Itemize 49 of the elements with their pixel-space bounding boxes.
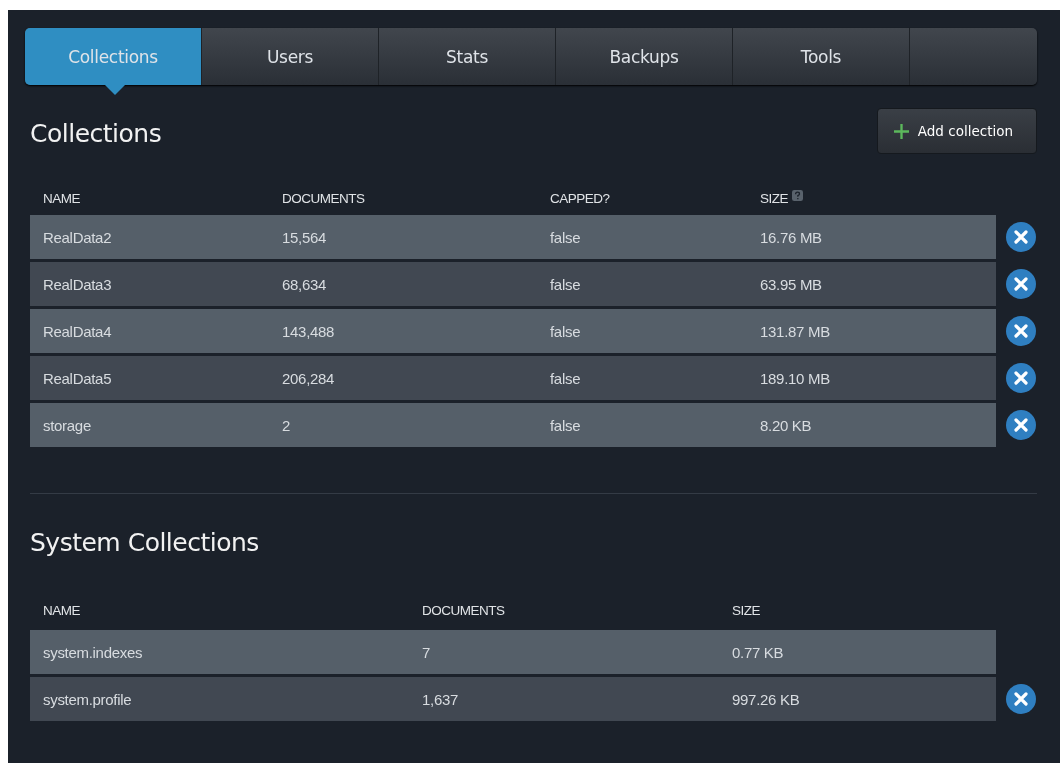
delete-icon[interactable] — [1006, 684, 1036, 714]
table-cell-text: 0.77 KB — [731, 643, 785, 661]
delete-icon[interactable] — [1006, 410, 1036, 440]
table-cell-text: 15,564 — [281, 228, 328, 246]
table-cell-text: false — [549, 369, 582, 387]
delete-icon[interactable] — [1006, 363, 1036, 393]
table-cell-text: 68,634 — [281, 275, 328, 293]
table-cell-text: 8.20 KB — [759, 416, 813, 434]
section-title: Collections — [30, 118, 162, 148]
delete-icon[interactable] — [1006, 316, 1036, 346]
tab[interactable]: Stats — [379, 28, 556, 85]
table-cell-text: RealData4 — [42, 322, 113, 340]
help-icon[interactable] — [792, 189, 803, 201]
plus-icon — [893, 123, 909, 139]
table-cell-text: false — [549, 416, 582, 434]
column-header: SIZE — [731, 602, 761, 618]
add-collection-button[interactable]: Add collection — [876, 108, 1037, 154]
table-cell-text: 2 — [281, 416, 292, 434]
table-cell-text: 997.26 KB — [731, 690, 801, 708]
table-cell-text: 206,284 — [281, 369, 336, 387]
column-header: NAME — [42, 190, 81, 206]
table-cell-text: system.profile — [42, 690, 133, 708]
table-cell-text: 16.76 MB — [759, 228, 823, 246]
delete-icon[interactable] — [1006, 269, 1036, 299]
table-cell-text: RealData3 — [42, 275, 113, 293]
tab[interactable]: Users — [202, 28, 379, 85]
delete-icon[interactable] — [1006, 222, 1036, 252]
tab[interactable]: Backups — [556, 28, 733, 85]
table-cell-text: false — [549, 275, 582, 293]
section-title: System Collections — [30, 527, 259, 557]
column-header: NAME — [42, 602, 81, 618]
table-cell-text: 7 — [421, 643, 432, 661]
column-header: DOCUMENTS — [281, 190, 366, 206]
table-cell-text: false — [549, 228, 582, 246]
table-cell-text: false — [549, 322, 582, 340]
table-cell-text: system.indexes — [42, 643, 144, 661]
table-cell-text: RealData2 — [42, 228, 113, 246]
tab-pointer — [105, 85, 125, 95]
table-cell-text: 143,488 — [281, 322, 336, 340]
table-cell-text: 131.87 MB — [759, 322, 831, 340]
tab[interactable]: Tools — [733, 28, 910, 85]
table-cell-text: 63.95 MB — [759, 275, 823, 293]
table-cell-text: 1,637 — [421, 690, 460, 708]
column-header: SIZE — [760, 190, 788, 206]
column-header: CAPPED? — [549, 190, 611, 206]
table-cell-text: storage — [42, 416, 92, 434]
table-cell-text: RealData5 — [42, 369, 113, 387]
table-cell-text: 189.10 MB — [759, 369, 831, 387]
column-header: DOCUMENTS — [421, 602, 506, 618]
